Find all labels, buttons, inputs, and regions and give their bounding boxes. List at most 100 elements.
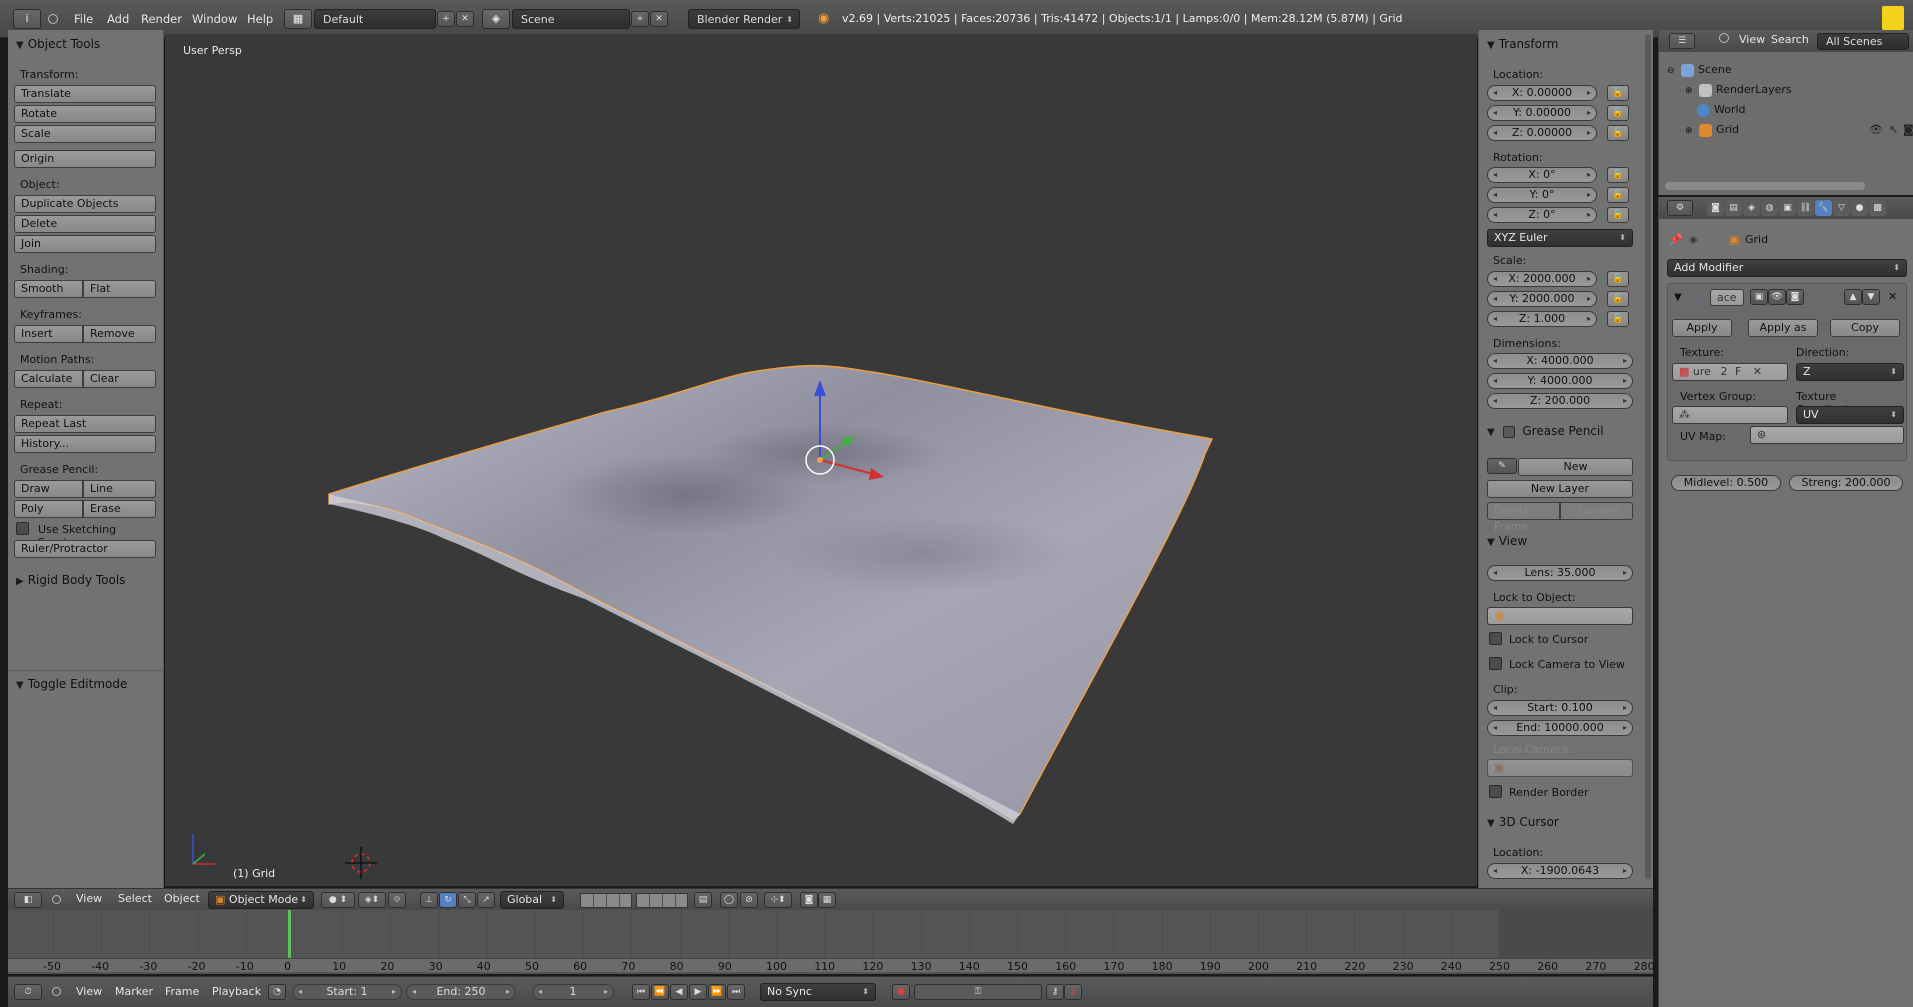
timeline-menu-playback[interactable]: Playback [212, 985, 261, 998]
move-down-icon[interactable]: ▼ [1862, 289, 1880, 305]
timeline-menu-frame[interactable]: Frame [165, 985, 199, 998]
dimensions-z-field[interactable]: ◂ Z: 200.000 ▸ [1487, 393, 1633, 409]
material-tab-icon[interactable]: ● [1851, 200, 1868, 216]
lock-icon[interactable]: 🔓 [1607, 105, 1629, 121]
3d-viewport[interactable]: User Persp (1) Grid [165, 34, 1477, 886]
end-frame-field[interactable]: ◂ End: 250 ▸ [406, 984, 516, 1000]
transform-orientation-dropdown[interactable]: Global ⬍ [500, 891, 564, 909]
lens-field[interactable]: ◂ Lens: 35.000 ▸ [1487, 565, 1633, 581]
remove-modifier-icon[interactable]: ✕ [1888, 290, 1897, 303]
texture-field[interactable]: ▩ ure 2 F ✕ [1672, 363, 1788, 381]
texture-tab-icon[interactable]: ▩ [1869, 200, 1886, 216]
lock-icon[interactable]: 🔓 [1607, 125, 1629, 141]
current-frame-field[interactable]: ◂ 1 ▸ [532, 984, 614, 1000]
record-icon[interactable]: ● [892, 984, 910, 1000]
transform-panel-header[interactable]: ▼ Transform [1487, 37, 1558, 51]
view-menu[interactable]: View [76, 892, 102, 905]
translate-manipulator-icon[interactable]: ⊥ [420, 892, 438, 908]
snap-element-dropdown[interactable]: ⊹⬍ [764, 892, 792, 908]
scene-layers-grid-1[interactable] [580, 893, 632, 908]
copy-button[interactable]: Copy [1830, 319, 1900, 337]
remove-layout-button[interactable]: ✕ [456, 11, 474, 27]
play-icon[interactable]: ▶ [689, 984, 707, 1000]
ruler-protractor-button[interactable]: Ruler/Protractor [14, 540, 156, 558]
render-layers-tab-icon[interactable]: ▤ [1725, 200, 1742, 216]
lock-icon[interactable]: 🔓 [1607, 167, 1629, 183]
scale-z-field[interactable]: ◂ Z: 1.000 ▸ [1487, 311, 1597, 327]
insert-keyframe-icon[interactable]: ⚷ [1046, 984, 1064, 1000]
direction-dropdown[interactable]: Z ⬍ [1796, 363, 1904, 381]
strength-field[interactable]: Streng: 200.000 [1789, 475, 1903, 491]
lock-icon[interactable]: 🔓 [1607, 271, 1629, 287]
modifiers-tab-icon[interactable]: 🔧 [1815, 200, 1832, 216]
edit-mode-toggle-icon[interactable]: ▣ [1750, 289, 1768, 305]
world-tab-icon[interactable]: ◍ [1761, 200, 1778, 216]
texture-coordinates-dropdown[interactable]: UV ⬍ [1796, 406, 1904, 424]
grease-pencil-enable-checkbox[interactable] [1502, 425, 1515, 438]
lock-icon[interactable]: 🔓 [1607, 291, 1629, 307]
vertex-group-field[interactable]: ⁂ [1672, 406, 1788, 424]
uv-map-field[interactable]: ⊛ [1750, 426, 1904, 444]
object-menu[interactable]: Object [164, 892, 200, 905]
dimensions-x-field[interactable]: ◂ X: 4000.000 ▸ [1487, 353, 1633, 369]
location-y-field[interactable]: ◂ Y: 0.00000 ▸ [1487, 105, 1597, 121]
lock-object-field[interactable]: ▣ [1487, 607, 1633, 625]
unlink-icon[interactable]: ✕ [1753, 365, 1762, 378]
screen-layout-button[interactable]: ▦ [284, 9, 312, 29]
viewport-shading-dropdown[interactable]: ● ⬍ [321, 892, 355, 908]
sketching-sessions-checkbox[interactable] [16, 522, 29, 535]
duplicate-objects-button[interactable]: Duplicate Objects [14, 195, 156, 213]
layer-lock-icon[interactable]: ▤ [694, 892, 712, 908]
view-panel-header[interactable]: ▼ View [1487, 534, 1527, 548]
location-z-field[interactable]: ◂ Z: 0.00000 ▸ [1487, 125, 1597, 141]
scale-button[interactable]: Scale [14, 125, 156, 143]
viewport-toggle-icon[interactable]: 👁 [1768, 289, 1786, 305]
apply-button[interactable]: Apply [1672, 319, 1732, 337]
lock-camera-checkbox[interactable] [1489, 657, 1502, 670]
convert-button[interactable]: Convert [1560, 502, 1633, 520]
editor-type-3dview-button[interactable]: ◧ [14, 892, 42, 908]
lock-icon[interactable]: 🔓 [1607, 311, 1629, 327]
snap-toggle-icon[interactable]: ⊘ [740, 892, 758, 908]
outliner-menu-view[interactable]: View [1739, 33, 1765, 46]
move-up-icon[interactable]: ▲ [1844, 289, 1862, 305]
visibility-eye-icon[interactable]: 👁 [1869, 120, 1883, 140]
opengl-render-icon[interactable]: ◙ [800, 892, 818, 908]
outliner-row-world[interactable]: World [1697, 100, 1897, 120]
play-reverse-icon[interactable]: ◀ [670, 984, 688, 1000]
delete-frame-button[interactable]: Delete Frame [1487, 502, 1560, 533]
editor-type-info-button[interactable]: i [13, 9, 41, 29]
scrollbar[interactable] [1645, 34, 1651, 879]
midlevel-field[interactable]: Midlevel: 0.500 [1671, 475, 1781, 491]
grease-new-button[interactable]: New [1518, 458, 1633, 476]
origin-button[interactable]: Origin [14, 150, 156, 168]
menu-render[interactable]: Render [141, 9, 182, 29]
clear-button[interactable]: Clear [83, 370, 156, 388]
scene-layers-grid-2[interactable] [636, 893, 688, 908]
outliner-row-grid[interactable]: ⊕ Grid 👁 ↖ ◙ [1685, 120, 1913, 140]
clip-end-field[interactable]: ◂ End: 10000.000 ▸ [1487, 720, 1633, 736]
rotation-z-field[interactable]: ◂ Z: 0° ▸ [1487, 207, 1597, 223]
start-frame-field[interactable]: ◂ Start: 1 ▸ [292, 984, 402, 1000]
erase-button[interactable]: Erase [83, 500, 156, 518]
grease-pencil-panel-header[interactable]: ▼ Grease Pencil [1487, 424, 1604, 438]
local-camera-field[interactable]: ▣ [1487, 759, 1633, 777]
render-engine-dropdown[interactable]: Blender Render ⬍ [688, 9, 800, 29]
dimensions-y-field[interactable]: ◂ Y: 4000.000 ▸ [1487, 373, 1633, 389]
constraints-tab-icon[interactable]: ⛓ [1797, 200, 1814, 216]
insert-keyframe-button[interactable]: Insert [14, 325, 83, 343]
lock-to-cursor-checkbox[interactable] [1489, 632, 1502, 645]
object-tab-icon[interactable]: ▣ [1779, 200, 1796, 216]
renderability-camera-icon[interactable]: ◙ [1903, 120, 1913, 140]
draw-button[interactable]: Draw [14, 480, 83, 498]
poly-button[interactable]: Poly [14, 500, 83, 518]
toggle-editmode-panel-header[interactable]: ▼ Toggle Editmode [16, 677, 127, 691]
scene-selector-button[interactable]: ◈ [482, 9, 510, 29]
add-scene-button[interactable]: + [631, 11, 649, 27]
cursor-x-field[interactable]: ◂ X: -1900.0643 ▸ [1487, 863, 1633, 879]
manipulator-toggle-icon[interactable]: ⟐ [388, 892, 406, 908]
lock-icon[interactable]: 🔓 [1607, 187, 1629, 203]
menu-collapse-icon[interactable] [1719, 33, 1729, 43]
render-border-checkbox[interactable] [1489, 785, 1502, 798]
menu-window[interactable]: Window [192, 9, 237, 29]
